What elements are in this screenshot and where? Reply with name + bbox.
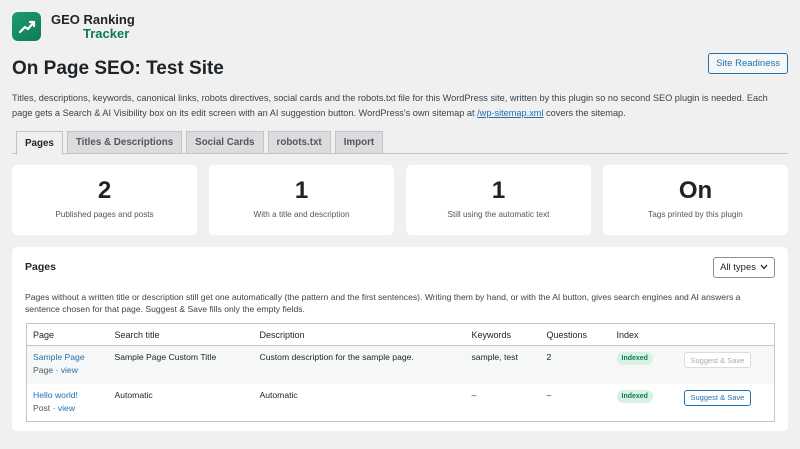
intro-text: Titles, descriptions, keywords, canonica… bbox=[12, 91, 788, 121]
indexed-badge: Indexed bbox=[616, 352, 653, 365]
column-header-description: Description bbox=[253, 323, 466, 346]
page-title: On Page SEO: Test Site bbox=[12, 58, 224, 79]
stat-value: 1 bbox=[294, 177, 309, 204]
keywords-cell: – bbox=[471, 389, 477, 400]
stat-value: 2 bbox=[97, 177, 112, 204]
column-header-questions: Questions bbox=[540, 323, 611, 346]
page-type: Page bbox=[33, 365, 54, 375]
stat-card-with-title: 1 With a title and description bbox=[209, 165, 394, 235]
page-link[interactable]: Hello world! bbox=[33, 390, 78, 400]
tab-import[interactable]: Import bbox=[334, 131, 384, 153]
panel-description: Pages without a written title or descrip… bbox=[25, 292, 741, 314]
description-cell: Custom description for the sample page. bbox=[259, 352, 414, 362]
intro-text-start: Titles, descriptions, keywords, canonica… bbox=[12, 93, 768, 118]
indexed-badge: Indexed bbox=[616, 389, 653, 403]
suggest-save-button[interactable]: Suggest & Save bbox=[683, 352, 752, 368]
table-row: Hello world! Post · view Automatic Autom… bbox=[26, 383, 775, 422]
suggest-save-button[interactable]: Suggest & Save bbox=[683, 389, 752, 406]
brand-subname: Tracker bbox=[83, 25, 130, 41]
tab-bar: Pages Titles & Descriptions Social Cards… bbox=[12, 131, 788, 155]
brand-name: GEO Ranking bbox=[51, 11, 135, 27]
stat-label: Tags printed by this plugin bbox=[648, 210, 743, 219]
brand: GEO Ranking Tracker bbox=[12, 12, 135, 41]
tab-pages[interactable]: Pages bbox=[16, 131, 63, 155]
tab-titles-descriptions[interactable]: Titles & Descriptions bbox=[66, 131, 183, 153]
questions-cell: 2 bbox=[546, 352, 552, 362]
separator: · bbox=[50, 402, 58, 413]
pages-table: Page Search title Description Keywords Q… bbox=[26, 323, 775, 422]
tab-robots-txt[interactable]: robots.txt bbox=[267, 131, 331, 153]
table-row: Sample Page Page · view Sample Page Cust… bbox=[26, 345, 775, 384]
stat-label: Still using the automatic text bbox=[447, 210, 550, 219]
site-readiness-button[interactable]: Site Readiness bbox=[708, 53, 788, 74]
description-cell: Automatic bbox=[259, 389, 298, 400]
type-filter-select[interactable]: All types bbox=[713, 257, 775, 278]
chevron-down-icon bbox=[760, 263, 768, 272]
panel-title: Pages bbox=[25, 261, 56, 273]
page-link[interactable]: Sample Page bbox=[33, 352, 85, 362]
questions-cell: – bbox=[546, 389, 552, 400]
stat-label: With a title and description bbox=[253, 210, 350, 219]
column-header-index: Index bbox=[610, 323, 678, 346]
stat-label: Published pages and posts bbox=[55, 210, 154, 219]
sitemap-link[interactable]: /wp-sitemap.xml bbox=[477, 108, 543, 118]
view-link[interactable]: view bbox=[58, 403, 75, 413]
chart-up-icon bbox=[12, 12, 41, 41]
stat-card-published: 2 Published pages and posts bbox=[12, 165, 197, 235]
intro-text-end: covers the sitemap. bbox=[543, 108, 626, 118]
separator: · bbox=[53, 365, 61, 375]
tab-social-cards[interactable]: Social Cards bbox=[186, 131, 264, 153]
search-title-cell: Automatic bbox=[114, 389, 153, 400]
column-header-action bbox=[677, 323, 775, 346]
table-header-row: Page Search title Description Keywords Q… bbox=[26, 323, 775, 346]
pages-panel: Pages All types Pages without a written … bbox=[12, 247, 788, 431]
column-header-keywords: Keywords bbox=[465, 323, 541, 346]
stat-value: 1 bbox=[491, 177, 506, 204]
column-header-page: Page bbox=[26, 323, 109, 346]
filter-value: All types bbox=[720, 262, 756, 273]
search-title-cell: Sample Page Custom Title bbox=[114, 352, 217, 362]
page-type: Post bbox=[33, 402, 51, 413]
stat-card-tags: On Tags printed by this plugin bbox=[603, 165, 788, 235]
column-header-search-title: Search title bbox=[108, 323, 254, 346]
stat-card-automatic: 1 Still using the automatic text bbox=[406, 165, 591, 235]
stat-cards: 2 Published pages and posts 1 With a tit… bbox=[12, 165, 788, 235]
stat-value: On bbox=[678, 177, 713, 204]
keywords-cell: sample, test bbox=[471, 352, 518, 362]
view-link[interactable]: view bbox=[61, 365, 78, 375]
